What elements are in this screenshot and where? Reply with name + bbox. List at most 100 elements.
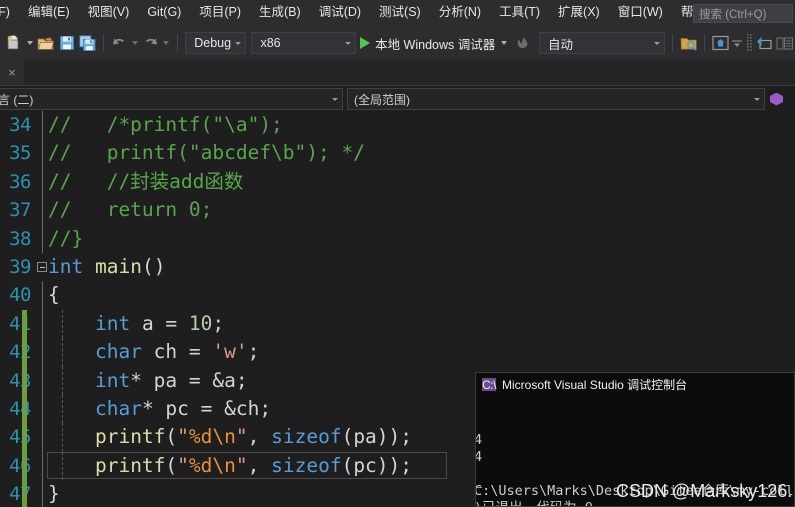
code-token: 10: [188, 311, 213, 335]
redo-icon[interactable]: [141, 32, 162, 54]
indent-icon[interactable]: [731, 32, 744, 54]
line-number: 40: [9, 284, 31, 307]
save-all-icon[interactable]: [77, 32, 98, 54]
code-text: char* pc = &ch;: [48, 395, 271, 423]
change-marker: [22, 423, 27, 452]
search-input[interactable]: 搜索 (Ctrl+Q): [693, 4, 793, 23]
menu-item-3[interactable]: Git(G): [138, 2, 190, 24]
code-token: ;: [247, 340, 260, 364]
code-text: printf("%d\n", sizeof(pc));: [48, 452, 412, 480]
menu-item-8[interactable]: 分析(N): [430, 2, 490, 24]
menu-item-7[interactable]: 测试(S): [370, 2, 430, 24]
chevron-down-icon-5: [754, 97, 760, 101]
standard-toolbar: Debug x86 本地 Windows 调试器 自动: [0, 26, 795, 60]
menu-item-5[interactable]: 生成(B): [250, 2, 310, 24]
menu-item-10[interactable]: 扩展(X): [549, 2, 609, 24]
code-line[interactable]: 35 // printf("abcdef\b"); */: [0, 139, 795, 168]
line-number: 44: [9, 397, 31, 420]
code-text: //}: [48, 225, 83, 253]
code-token: \n: [212, 425, 236, 449]
code-token: ,: [247, 453, 272, 477]
menu-item-2[interactable]: 视图(V): [79, 2, 139, 24]
change-marker: [22, 394, 27, 424]
project-scope-dropdown[interactable]: 言 (二): [0, 88, 343, 110]
outlining-vertical-line: [41, 394, 43, 424]
undo-icon[interactable]: [109, 32, 130, 54]
change-marker: [22, 451, 27, 481]
outlining-vertical-line: [41, 139, 43, 168]
code-line[interactable]: 41 int a = 10;: [0, 309, 795, 339]
code-token: //}: [48, 226, 84, 250]
compare-icon[interactable]: [753, 32, 774, 54]
code-line[interactable]: 42 char ch = 'w';: [0, 338, 795, 367]
member-scope-dropdown[interactable]: (全局范围): [347, 88, 765, 110]
redo-dropdown-caret[interactable]: [163, 41, 170, 45]
undo-dropdown-caret[interactable]: [131, 41, 138, 45]
code-token: * pa = &a;: [130, 368, 248, 392]
line-number: 43: [9, 369, 31, 392]
hot-reload-icon[interactable]: [512, 32, 533, 54]
menu-item-6[interactable]: 调试(D): [310, 2, 370, 24]
hot-reload-mode-dropdown[interactable]: 自动: [539, 32, 666, 54]
watermark-text: CSDN @Marksky126.: [616, 481, 793, 501]
hot-reload-mode-value: 自动: [548, 37, 574, 52]
code-text: printf("%d\n", sizeof(pa));: [48, 423, 412, 451]
code-token: ,: [247, 425, 272, 449]
toolbar-separator-4: [704, 34, 705, 52]
new-file-dropdown-caret[interactable]: [26, 41, 33, 45]
outlining-vertical-line: [41, 167, 43, 197]
close-tab-button[interactable]: ×: [0, 60, 24, 85]
code-token: (): [141, 254, 166, 278]
code-text: // //封装add函数: [48, 168, 243, 196]
save-icon[interactable]: [56, 32, 77, 54]
open-folder-icon[interactable]: [36, 32, 57, 54]
menu-item-1[interactable]: 编辑(E): [19, 2, 79, 24]
line-number: 41: [9, 312, 31, 335]
outlining-vertical-line: [41, 451, 43, 481]
code-text: int main(): [48, 253, 165, 281]
line-number: 35: [9, 142, 31, 165]
panels-icon[interactable]: [774, 32, 795, 54]
menu-item-4[interactable]: 项目(P): [190, 2, 250, 24]
menu-item-11[interactable]: 窗口(W): [609, 2, 672, 24]
code-line[interactable]: 34 // /*printf("\a");: [0, 111, 795, 140]
live-preview-icon[interactable]: [710, 32, 731, 54]
code-token: char: [94, 340, 142, 364]
outlining-vertical-line: [41, 366, 43, 395]
code-token: // printf("abcdef\b"); */: [48, 141, 365, 165]
debug-target-dropdown-caret[interactable]: [501, 41, 508, 45]
code-token: printf: [94, 453, 166, 477]
solution-configuration-dropdown[interactable]: Debug: [185, 32, 247, 54]
code-line[interactable]: 36 // //封装add函数: [0, 167, 795, 197]
change-marker: [22, 338, 27, 367]
outlining-vertical-line: [41, 309, 43, 339]
code-line[interactable]: 37 // return 0;: [0, 196, 795, 225]
project-scope-value: 言 (二): [0, 92, 34, 107]
code-line[interactable]: 40 {: [0, 281, 795, 310]
menu-item-9[interactable]: 工具(T): [490, 2, 549, 24]
debug-console-window[interactable]: C:\ Microsoft Visual Studio 调试控制台 44C:\U…: [475, 372, 795, 507]
purple-hexagon-icon[interactable]: [770, 92, 783, 106]
find-in-files-icon[interactable]: [678, 32, 699, 54]
solution-configuration-value: Debug: [194, 36, 232, 50]
code-line[interactable]: 39 int main(): [0, 253, 795, 281]
collapse-region-icon[interactable]: [37, 261, 47, 272]
code-text: int a = 10;: [48, 310, 224, 338]
new-file-icon[interactable]: [4, 32, 25, 54]
menu-item-0[interactable]: (F): [0, 2, 19, 24]
code-token: * pc = &ch;: [141, 396, 272, 420]
code-text: }: [48, 480, 60, 507]
start-debugging-label: 本地 Windows 调试器: [375, 37, 496, 52]
toolbar-separator-3: [672, 34, 674, 52]
solution-platform-dropdown[interactable]: x86: [251, 32, 357, 54]
start-debugging-button[interactable]: 本地 Windows 调试器: [356, 34, 499, 53]
editor-navigation-bar: 言 (二) (全局范围): [0, 87, 795, 111]
code-line[interactable]: 38 //}: [0, 224, 795, 253]
code-token: main: [94, 254, 142, 278]
code-token: // return 0;: [48, 198, 213, 222]
